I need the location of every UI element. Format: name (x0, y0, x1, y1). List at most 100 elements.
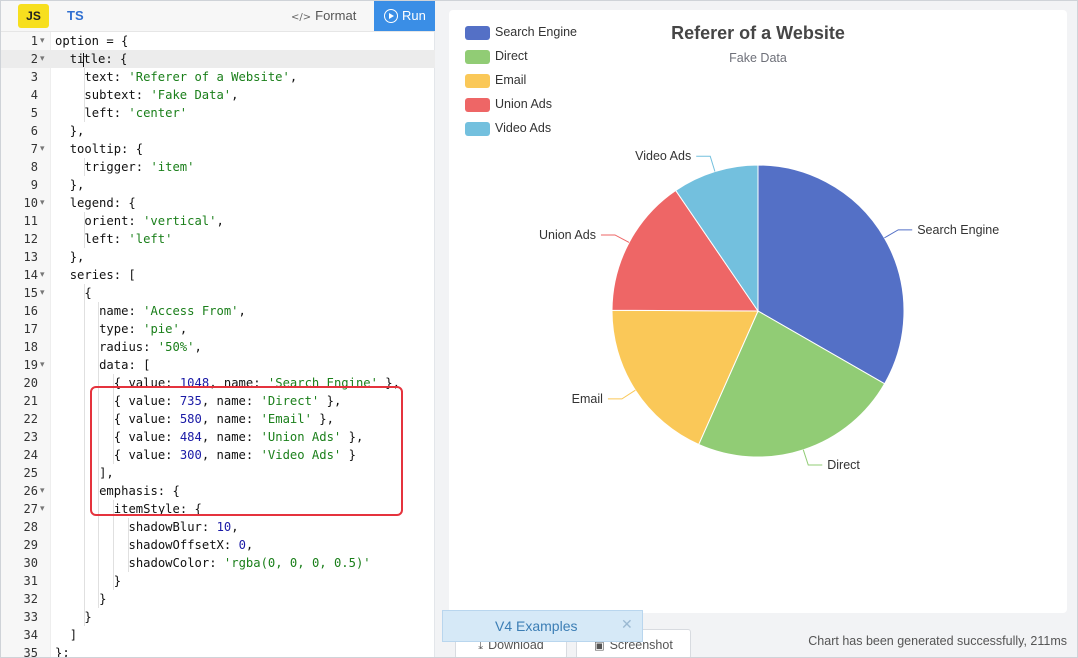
line-number: 8 (30, 160, 38, 174)
line-number: 34 (23, 628, 38, 642)
label-line (696, 155, 716, 172)
code-text: }, (70, 122, 85, 140)
code-token: option = { (55, 34, 129, 48)
code-text: }, (70, 176, 85, 194)
run-button[interactable]: Run (374, 1, 435, 31)
code-line[interactable]: 17 type: 'pie', (1, 320, 435, 338)
code-line[interactable]: 30 shadowColor: 'rgba(0, 0, 0, 0.5)' (1, 554, 435, 572)
code-line[interactable]: 4 subtext: 'Fake Data', (1, 86, 435, 104)
code-text: } (99, 590, 106, 608)
code-line[interactable]: 3 text: 'Referer of a Website', (1, 68, 435, 86)
code-line[interactable]: 15 ▾ { (1, 284, 435, 302)
fold-chevron-icon[interactable]: ▾ (40, 50, 45, 68)
code-line[interactable]: 28 shadowBlur: 10, (1, 518, 435, 536)
format-button[interactable]: </> Format (291, 7, 356, 27)
code-area[interactable]: 1 ▾ option = {2 ▾ title: {3 text: 'Referer of… (1, 32, 435, 658)
code-line[interactable]: 32} (1, 590, 435, 608)
fold-chevron-icon[interactable]: ▾ (40, 500, 45, 518)
fold-chevron-icon[interactable]: ▾ (40, 284, 45, 302)
code-token: , (179, 322, 188, 336)
fold-chevron-icon[interactable]: ▾ (40, 194, 45, 212)
line-number: 13 (23, 250, 38, 264)
code-line[interactable]: 35}; (1, 644, 435, 658)
line-number: 31 (23, 574, 38, 588)
code-token: tooltip: { (69, 142, 144, 156)
close-icon[interactable]: ✕ (621, 610, 633, 641)
code-line[interactable]: 16 name: 'Access From', (1, 302, 435, 320)
chart-card: Search Engine Direct Email Union Ads Video A… (449, 10, 1067, 613)
line-number: 23 (23, 430, 38, 444)
code-line[interactable]: 5 left: 'center' (1, 104, 435, 122)
fold-chevron-icon[interactable]: ▾ (40, 482, 45, 500)
legend-label: Email (495, 73, 527, 87)
code-line[interactable]: 34] (1, 626, 435, 644)
status-text: Chart has been generated successfully, 2… (808, 634, 1067, 648)
tab-js[interactable]: JS (18, 4, 49, 28)
line-number: 4 (30, 88, 38, 102)
code-token: 'left' (128, 232, 173, 246)
legend-swatch (465, 73, 490, 88)
code-token: 10 (216, 520, 232, 534)
code-text: } (114, 572, 121, 590)
fold-chevron-icon[interactable]: ▾ (40, 266, 45, 284)
code-text: orient: 'vertical', (84, 212, 223, 230)
indent-guide (83, 374, 85, 392)
fold-chevron-icon[interactable]: ▾ (40, 140, 45, 158)
code-text: data: [ (99, 356, 150, 374)
code-token: trigger: (84, 160, 151, 174)
code-line[interactable]: 14 ▾ series: [ (1, 266, 435, 284)
code-line[interactable]: 29 shadowOffsetX: 0, (1, 536, 435, 554)
indent-guide (83, 554, 85, 572)
code-text: title: { (70, 50, 128, 68)
code-token: tle: { (83, 52, 128, 66)
slice-label: Union Ads (539, 228, 596, 242)
line-number: 16 (23, 304, 38, 318)
code-token: }; (55, 646, 70, 658)
tab-ts[interactable]: TS (67, 7, 84, 25)
code-line[interactable]: 10 ▾ legend: { (1, 194, 435, 212)
line-number: 9 (30, 178, 38, 192)
label-line (600, 234, 630, 243)
line-number: 29 (23, 538, 38, 552)
slice-label: Video Ads (635, 149, 691, 163)
code-line[interactable]: 2 ▾ title: { (1, 50, 435, 68)
code-token: }, (69, 178, 85, 192)
code-line[interactable]: 19 ▾ data: [ (1, 356, 435, 374)
code-line[interactable]: 8 trigger: 'item' (1, 158, 435, 176)
indent-guide (83, 338, 85, 356)
code-line[interactable]: 12 left: 'left' (1, 230, 435, 248)
code-line[interactable]: 33} (1, 608, 435, 626)
fold-chevron-icon[interactable]: ▾ (40, 32, 45, 50)
code-line[interactable]: 31} (1, 572, 435, 590)
legend-item[interactable]: Video Ads (465, 120, 551, 136)
legend-item[interactable]: Email (465, 72, 526, 88)
code-line[interactable]: 9}, (1, 176, 435, 194)
code-text: series: [ (70, 266, 136, 284)
line-number: 35 (23, 646, 38, 658)
code-token: orient: (84, 214, 144, 228)
code-token: , (238, 304, 246, 318)
v4-examples-toast[interactable]: V4 Examples ✕ (442, 610, 643, 642)
code-text: shadowColor: 'rgba(0, 0, 0, 0.5)' (129, 554, 371, 572)
code-line[interactable]: 1 ▾ option = { (1, 32, 435, 50)
legend-label: Union Ads (495, 97, 552, 111)
line-number: 25 (23, 466, 38, 480)
indent-guide (98, 572, 100, 590)
legend-item[interactable]: Union Ads (465, 96, 552, 112)
code-text: option = { (55, 32, 128, 50)
indent-guide (83, 572, 85, 590)
run-label: Run (402, 8, 426, 23)
line-number: 11 (23, 214, 38, 228)
code-line[interactable]: 13}, (1, 248, 435, 266)
play-circle-icon (384, 9, 398, 23)
code-line[interactable]: 11 orient: 'vertical', (1, 212, 435, 230)
code-text: text: 'Referer of a Website', (84, 68, 297, 86)
indent-guide (83, 590, 85, 608)
code-line[interactable]: 6}, (1, 122, 435, 140)
code-token: 'center' (128, 106, 188, 120)
line-number: 15 (23, 286, 38, 300)
code-line[interactable]: 7 ▾ tooltip: { (1, 140, 435, 158)
code-line[interactable]: 18 radius: '50%', (1, 338, 435, 356)
line-number: 30 (23, 556, 38, 570)
fold-chevron-icon[interactable]: ▾ (40, 356, 45, 374)
